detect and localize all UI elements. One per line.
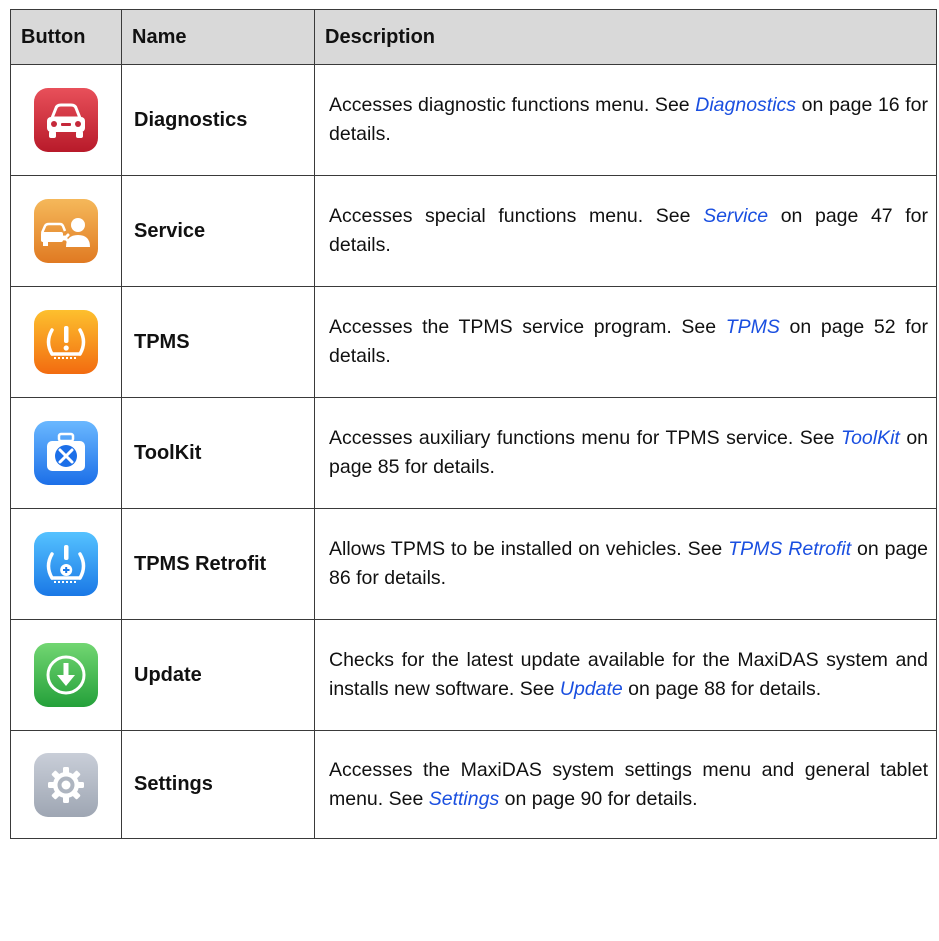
row-description: Accesses the MaxiDAS system settings men… (314, 730, 937, 839)
row-description: Accesses diagnostic functions menu. See … (314, 64, 937, 176)
row-name: Service (121, 175, 315, 287)
download-arrow-icon[interactable] (34, 643, 98, 707)
toolbox-icon[interactable] (34, 421, 98, 485)
tire-sensor-retrofit-icon[interactable] (34, 532, 98, 596)
table-row: Diagnostics Accesses diagnostic function… (10, 64, 937, 176)
table-header-row: Button Name Description (10, 9, 937, 65)
gear-icon[interactable] (34, 752, 98, 817)
header-description: Description (314, 9, 937, 65)
row-name: Diagnostics (121, 64, 315, 176)
settings-link[interactable]: Settings (429, 788, 499, 810)
button-reference-table: Button Name Description Diagnostics Acce… (10, 9, 937, 839)
row-name: Update (121, 619, 315, 731)
table-row: TPMS Retrofit Allows TPMS to be installe… (10, 508, 937, 620)
car-service-technician-icon[interactable] (34, 199, 98, 263)
row-name: TPMS Retrofit (121, 508, 315, 620)
update-link[interactable]: Update (560, 678, 623, 700)
row-description: Checks for the latest update available f… (314, 619, 937, 731)
row-name: ToolKit (121, 397, 315, 509)
row-name: Settings (121, 730, 315, 839)
table-row: Settings Accesses the MaxiDAS system set… (10, 730, 937, 839)
toolkit-link[interactable]: ToolKit (841, 427, 900, 449)
car-diagnostics-icon[interactable] (34, 88, 98, 152)
row-description: Accesses special functions menu. See Ser… (314, 175, 937, 287)
header-button: Button (10, 9, 122, 65)
row-name: TPMS (121, 286, 315, 398)
row-description: Accesses auxiliary functions menu for TP… (314, 397, 937, 509)
tpms-retrofit-link[interactable]: TPMS Retrofit (728, 538, 851, 560)
service-link[interactable]: Service (703, 205, 768, 227)
table-row: ToolKit Accesses auxiliary functions men… (10, 397, 937, 509)
tire-pressure-warning-icon[interactable] (34, 310, 98, 374)
row-description: Allows TPMS to be installed on vehicles.… (314, 508, 937, 620)
table-row: Update Checks for the latest update avai… (10, 619, 937, 731)
diagnostics-link[interactable]: Diagnostics (695, 94, 796, 116)
table-row: Service Accesses special functions menu.… (10, 175, 937, 287)
row-description: Accesses the TPMS service program. See T… (314, 286, 937, 398)
header-name: Name (121, 9, 315, 65)
tpms-link[interactable]: TPMS (726, 316, 780, 338)
table-row: TPMS Accesses the TPMS service program. … (10, 286, 937, 398)
